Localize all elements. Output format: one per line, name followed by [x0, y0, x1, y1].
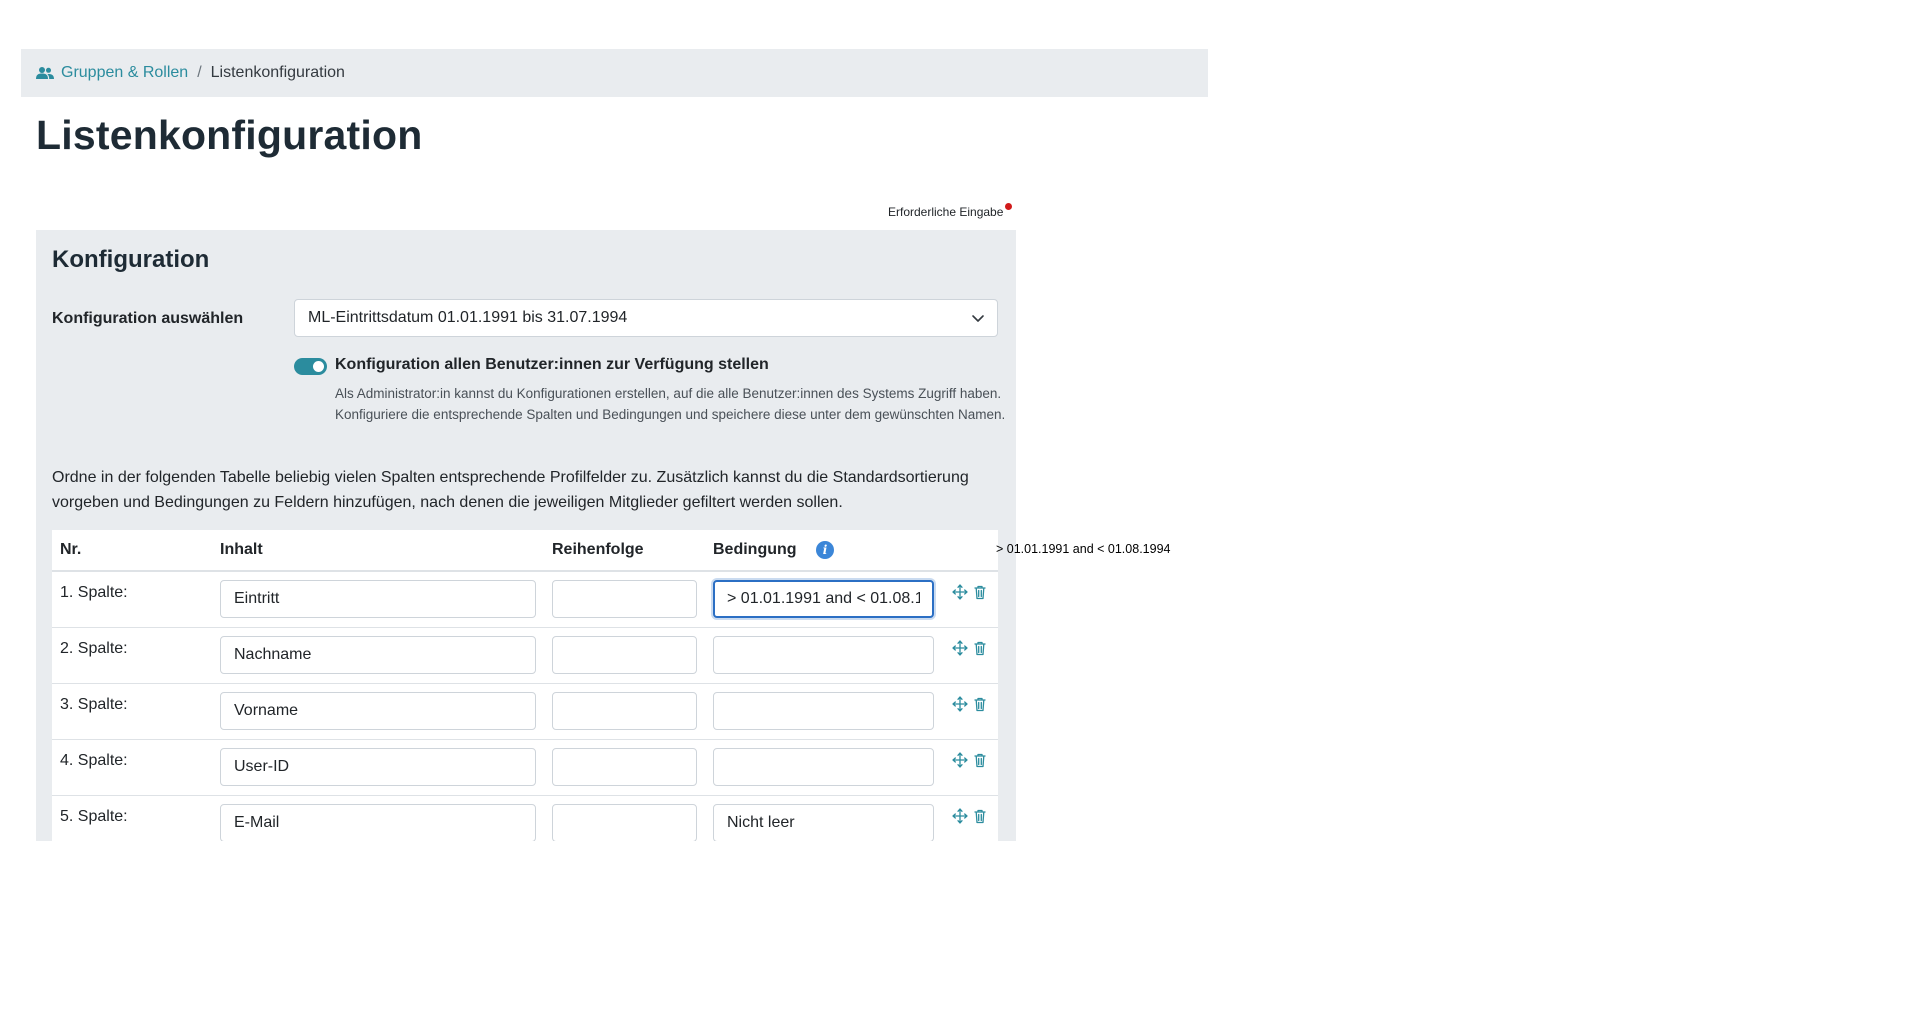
table-row: 4. Spalte: [52, 740, 998, 796]
reihenfolge-field[interactable] [552, 804, 697, 841]
condition-tooltip: > 01.01.1991 and < 01.08.1994 [996, 542, 1171, 556]
reihenfolge-field[interactable] [552, 636, 697, 674]
inhalt-field[interactable] [220, 804, 536, 841]
columns-table: Nr. Inhalt Reihenfolge Bedingung i 1. Sp… [52, 530, 998, 841]
config-select-value: ML-Eintrittsdatum 01.01.1991 bis 31.07.1… [308, 309, 628, 326]
trash-icon[interactable] [972, 808, 988, 824]
bedingung-field[interactable] [713, 748, 934, 786]
share-config-help-text: Als Administrator:in kannst du Konfigura… [335, 386, 1006, 422]
move-icon[interactable] [952, 808, 968, 824]
inhalt-field[interactable] [220, 580, 536, 618]
row-number: 1. Spalte: [60, 584, 128, 601]
row-number: 4. Spalte: [60, 752, 128, 769]
move-icon[interactable] [952, 752, 968, 768]
row-actions [952, 640, 988, 656]
page-title: Listenkonfiguration [36, 112, 423, 158]
table-row: 2. Spalte: [52, 628, 998, 684]
share-config-toggle[interactable] [294, 358, 327, 375]
table-header: Nr. Inhalt Reihenfolge Bedingung i [52, 530, 998, 572]
chevron-down-icon [971, 311, 985, 325]
row-actions [952, 584, 988, 600]
required-hint-label: Erforderliche Eingabe [888, 205, 1004, 219]
reihenfolge-field[interactable] [552, 692, 697, 730]
bedingung-field[interactable] [713, 692, 934, 730]
table-row: 5. Spalte: [52, 796, 998, 841]
bedingung-field[interactable] [713, 636, 934, 674]
trash-icon[interactable] [972, 752, 988, 768]
config-select[interactable]: ML-Eintrittsdatum 01.01.1991 bis 31.07.1… [294, 299, 998, 337]
row-actions [952, 808, 988, 824]
users-icon [36, 66, 54, 80]
header-bedingung: Bedingung [713, 541, 797, 558]
select-config-label: Konfiguration auswählen [52, 310, 244, 327]
breadcrumb: Gruppen & Rollen / Listenkonfiguration [21, 49, 1208, 97]
inhalt-field[interactable] [220, 636, 536, 674]
table-row: 1. Spalte: [52, 572, 998, 628]
info-icon[interactable]: i [816, 541, 834, 559]
header-nr: Nr. [60, 541, 82, 558]
move-icon[interactable] [952, 584, 968, 600]
row-actions [952, 752, 988, 768]
trash-icon[interactable] [972, 584, 988, 600]
header-reihenfolge: Reihenfolge [552, 541, 644, 558]
row-number: 5. Spalte: [60, 808, 128, 825]
inhalt-field[interactable] [220, 748, 536, 786]
reihenfolge-field[interactable] [552, 748, 697, 786]
bedingung-field[interactable] [713, 804, 934, 841]
configuration-card: Konfiguration Konfiguration auswählen ML… [36, 230, 1016, 841]
share-config-label: Konfiguration allen Benutzer:innen zur V… [335, 356, 769, 373]
table-row: 3. Spalte: [52, 684, 998, 740]
row-actions [952, 696, 988, 712]
trash-icon[interactable] [972, 640, 988, 656]
reihenfolge-field[interactable] [552, 580, 697, 618]
breadcrumb-current: Listenkonfiguration [210, 64, 345, 81]
row-number: 3. Spalte: [60, 696, 128, 713]
move-icon[interactable] [952, 640, 968, 656]
breadcrumb-link-gruppen-rollen[interactable]: Gruppen & Rollen [61, 64, 188, 82]
move-icon[interactable] [952, 696, 968, 712]
breadcrumb-separator: / [197, 64, 202, 81]
header-inhalt: Inhalt [220, 541, 263, 558]
table-intro-text: Ordne in der folgenden Tabelle beliebig … [52, 469, 969, 511]
required-hint: Erforderliche Eingabe [888, 203, 1013, 219]
bedingung-field[interactable] [713, 580, 934, 618]
row-number: 2. Spalte: [60, 640, 128, 657]
card-title: Konfiguration [52, 246, 210, 273]
required-dot-icon [1005, 203, 1013, 210]
toggle-knob [313, 361, 324, 372]
trash-icon[interactable] [972, 696, 988, 712]
inhalt-field[interactable] [220, 692, 536, 730]
